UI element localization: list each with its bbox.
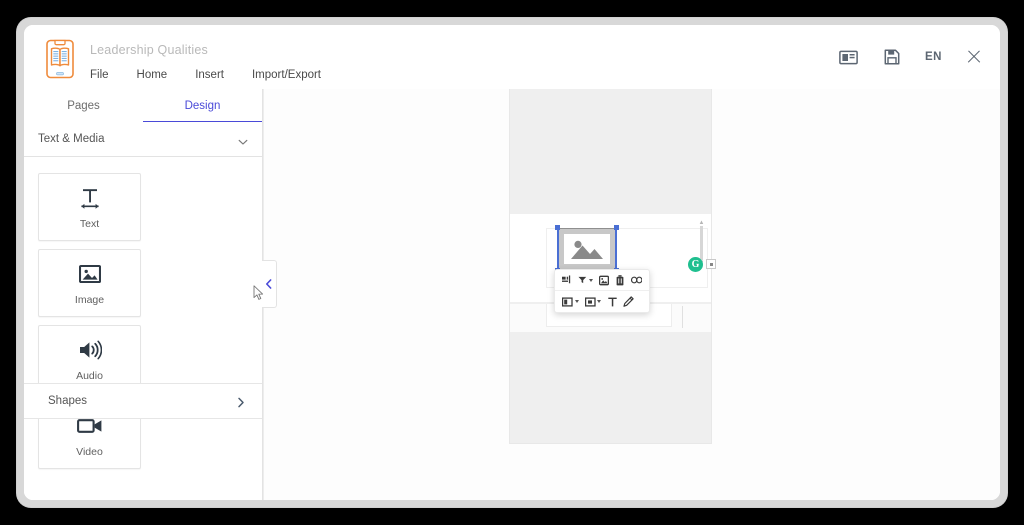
language-selector[interactable]: EN bbox=[925, 51, 942, 63]
accordion-label: Text & Media bbox=[38, 133, 105, 145]
accordion-text-and-media[interactable]: Text & Media bbox=[24, 122, 262, 157]
chevron-down-icon bbox=[597, 300, 601, 303]
scroll-thumb-marker[interactable] bbox=[706, 259, 716, 269]
header-actions: EN bbox=[837, 25, 984, 89]
card-image[interactable]: Image bbox=[38, 249, 141, 317]
page-preview[interactable]: ▲ ▼ bbox=[509, 89, 712, 444]
link-button[interactable] bbox=[630, 272, 642, 288]
image-icon bbox=[78, 260, 101, 288]
audio-speaker-icon bbox=[78, 336, 102, 364]
delete-button[interactable] bbox=[615, 272, 625, 288]
align-button[interactable] bbox=[562, 272, 572, 288]
window-content: Leadership Qualities File Home Insert Im… bbox=[24, 25, 1000, 500]
menu-insert[interactable]: Insert bbox=[195, 66, 224, 84]
image-placeholder-icon bbox=[558, 228, 616, 270]
shapes-label: Shapes bbox=[48, 395, 88, 407]
resize-handle-tl[interactable] bbox=[555, 225, 560, 230]
mouse-cursor bbox=[253, 285, 265, 301]
tab-design[interactable]: Design bbox=[143, 89, 262, 123]
menu-import-export[interactable]: Import/Export bbox=[252, 66, 321, 84]
app-window: Leadership Qualities File Home Insert Im… bbox=[17, 18, 1007, 507]
tab-pages[interactable]: Pages bbox=[24, 89, 143, 122]
chevron-right-icon bbox=[236, 395, 246, 408]
pencil-edit-icon[interactable] bbox=[623, 294, 634, 310]
card-image-label: Image bbox=[74, 294, 105, 306]
menu-file[interactable]: File bbox=[90, 66, 109, 84]
selection-edge-left bbox=[557, 228, 559, 270]
replace-image-button[interactable] bbox=[598, 272, 609, 288]
filter-button[interactable] bbox=[578, 272, 593, 288]
app-header: Leadership Qualities File Home Insert Im… bbox=[24, 25, 1000, 90]
text-button[interactable] bbox=[607, 294, 617, 310]
grammar-check-badge[interactable]: G bbox=[688, 257, 703, 272]
design-sidebar: Pages Design Text & Media Text Image Aud… bbox=[24, 89, 263, 500]
menu-home[interactable]: Home bbox=[137, 66, 168, 84]
screen: Leadership Qualities File Home Insert Im… bbox=[0, 0, 1024, 525]
lower-divider bbox=[682, 306, 683, 328]
chevron-down-icon bbox=[574, 300, 579, 303]
scroll-track[interactable] bbox=[700, 226, 703, 260]
toolbar-row-2 bbox=[555, 291, 649, 312]
media-card-grid: Text Image Audio Video bbox=[38, 173, 248, 469]
card-text-label: Text bbox=[79, 218, 100, 230]
book-document-icon bbox=[42, 39, 78, 79]
canvas-area[interactable]: ▲ ▼ bbox=[263, 89, 1000, 500]
card-text[interactable]: Text bbox=[38, 173, 141, 241]
menu-bar: File Home Insert Import/Export bbox=[90, 66, 349, 84]
fill-color-button[interactable] bbox=[562, 294, 579, 310]
card-video-label: Video bbox=[76, 446, 103, 458]
save-floppy-icon[interactable] bbox=[881, 46, 903, 68]
card-audio-label: Audio bbox=[76, 370, 103, 382]
resize-handle-tr[interactable] bbox=[614, 225, 619, 230]
text-size-icon bbox=[78, 184, 102, 212]
toolbar-row-1 bbox=[555, 270, 649, 291]
workspace: Pages Design Text & Media Text Image Aud… bbox=[24, 89, 1000, 500]
document-title: Leadership Qualities bbox=[90, 43, 208, 57]
accordion-shapes[interactable]: Shapes bbox=[24, 383, 262, 419]
slide-layout-icon[interactable] bbox=[837, 46, 859, 68]
selected-image-object[interactable] bbox=[555, 225, 619, 273]
chevron-down-icon bbox=[588, 278, 593, 282]
chevron-down-icon bbox=[238, 134, 248, 145]
close-icon[interactable] bbox=[964, 47, 984, 67]
image-context-toolbar[interactable] bbox=[554, 269, 650, 313]
sidebar-tabs: Pages Design bbox=[24, 89, 262, 123]
border-color-button[interactable] bbox=[584, 294, 601, 310]
selection-edge-right bbox=[615, 228, 617, 270]
